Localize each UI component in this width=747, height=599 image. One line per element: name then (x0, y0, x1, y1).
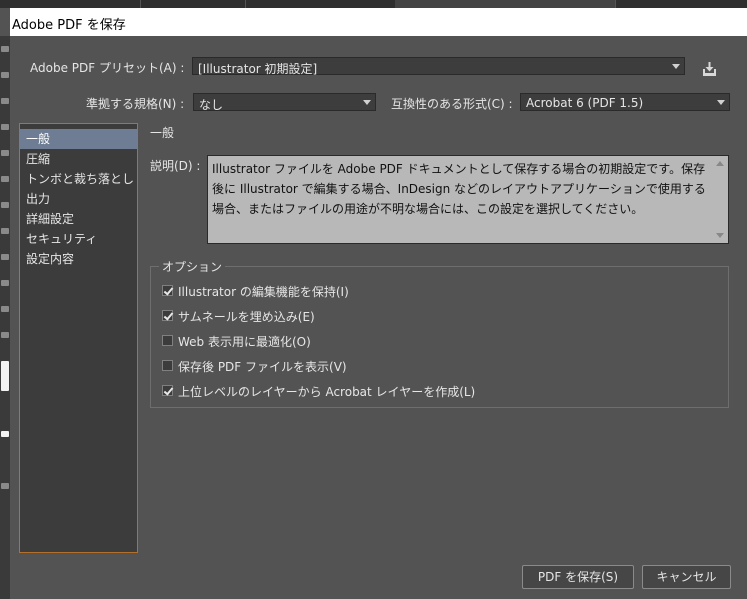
selection-tool-icon (1, 46, 9, 52)
chevron-down-icon (713, 94, 729, 110)
checkbox[interactable] (162, 335, 173, 346)
option-label: 上位レベルのレイヤーから Acrobat レイヤーを作成(L) (178, 385, 476, 399)
shape-builder-tool-icon (1, 202, 9, 208)
standard-dropdown[interactable]: なし (193, 93, 376, 112)
preset-value: [Illustrator 初期設定] (198, 62, 318, 76)
section-title: 一般 (150, 126, 175, 140)
compatibility-label: 互換性のある形式(C) : (391, 97, 513, 111)
standard-label: 準拠する規格(N) : (86, 97, 185, 111)
sidebar-item-advanced[interactable]: 詳細設定 (20, 209, 137, 229)
description-text: Illustrator ファイルを Adobe PDF ドキュメントとして保存す… (212, 162, 706, 216)
fill-swatch-icon (1, 361, 9, 391)
artboard-tool-icon (1, 306, 9, 312)
options-group-title: オプション (159, 258, 226, 275)
dialog-title: Adobe PDF を保存 (12, 18, 126, 33)
compatibility-value: Acrobat 6 (PDF 1.5) (526, 96, 644, 110)
gradient-tool-icon (1, 228, 9, 234)
standard-value: なし (199, 98, 224, 112)
background-tab (60, 0, 141, 8)
option-label: Illustrator の編集機能を保持(I) (178, 285, 349, 299)
save-preset-icon (703, 62, 716, 76)
sidebar-item-general[interactable]: 一般 (20, 129, 137, 149)
dialog-titlebar: Adobe PDF を保存 (10, 8, 747, 36)
save-pdf-dialog: Adobe PDF を保存 Adobe PDF プリセット(A) : [Illu… (10, 8, 747, 599)
compatibility-dropdown[interactable]: Acrobat 6 (PDF 1.5) (520, 93, 730, 111)
rotate-tool-icon (1, 150, 9, 156)
background-document-tabs (0, 0, 747, 8)
description-scrollbar[interactable] (714, 158, 726, 241)
description-label: 説明(D) : (150, 159, 201, 173)
options-group: オプション Illustrator の編集機能を保持(I) サムネールを埋め込み… (150, 258, 729, 408)
background-tab (395, 0, 616, 8)
color-mode-icon (1, 431, 9, 437)
checkbox[interactable] (162, 385, 173, 396)
hand-tool-icon (1, 332, 9, 338)
background-tab (140, 0, 246, 8)
category-list: 一般 圧縮 トンボと裁ち落とし 出力 詳細設定 セキュリティ 設定内容 (19, 123, 138, 553)
sidebar-item-compression[interactable]: 圧縮 (20, 149, 137, 169)
option-label: Web 表示用に最適化(O) (178, 335, 311, 349)
description-textarea[interactable]: Illustrator ファイルを Adobe PDF ドキュメントとして保存す… (207, 155, 729, 244)
preset-label: Adobe PDF プリセット(A) : (30, 61, 185, 75)
eyedropper-tool-icon (1, 254, 9, 260)
option-label: サムネールを埋め込み(E) (178, 310, 315, 324)
checkbox[interactable] (162, 310, 173, 321)
checkbox[interactable] (162, 360, 173, 371)
save-preset-button[interactable] (698, 60, 720, 78)
brush-tool-icon (1, 124, 9, 130)
screen-mode-icon (1, 483, 9, 489)
chevron-down-icon (359, 94, 375, 110)
chevron-down-icon (668, 58, 684, 74)
sidebar-item-security[interactable]: セキュリティ (20, 229, 137, 249)
warp-tool-icon (1, 176, 9, 182)
background-tools-panel (0, 36, 10, 599)
sidebar-item-summary[interactable]: 設定内容 (20, 249, 137, 269)
preset-dropdown[interactable]: [Illustrator 初期設定] (192, 57, 685, 76)
symbol-tool-icon (1, 280, 9, 286)
pen-tool-icon (1, 72, 9, 78)
sidebar-item-output[interactable]: 出力 (20, 189, 137, 209)
checkbox[interactable] (162, 285, 173, 296)
cancel-button[interactable]: キャンセル (642, 565, 731, 589)
sidebar-item-marks-bleeds[interactable]: トンボと裁ち落とし (20, 169, 137, 189)
option-label: 保存後 PDF ファイルを表示(V) (178, 360, 347, 374)
save-pdf-button[interactable]: PDF を保存(S) (522, 565, 634, 589)
background-tab (245, 0, 396, 8)
line-tool-icon (1, 98, 9, 104)
